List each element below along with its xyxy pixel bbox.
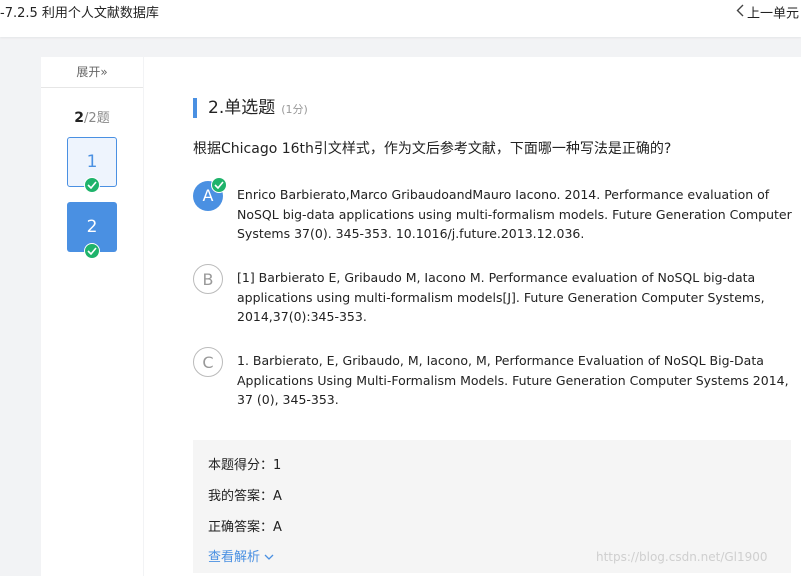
question-score: (1分) — [281, 103, 308, 116]
question-type-label: 2.单选题 — [208, 98, 276, 118]
option-letter-badge: C — [193, 347, 223, 377]
question-nav-sidebar: 展开» 2/2题 1 2 — [41, 57, 143, 576]
question-title: 2.单选题 (1分) — [193, 98, 308, 118]
total-questions: /2题 — [84, 111, 110, 126]
question-counter: 2/2题 — [41, 107, 143, 126]
watermark: https://blog.csdn.net/Gl1900 — [596, 550, 768, 564]
option-letter-badge: B — [193, 264, 223, 294]
correct-answer-label: 正确答案：A — [208, 520, 282, 535]
my-answer-label: 我的答案：A — [208, 489, 282, 504]
page-title: -7.2.5 利用个人文献数据库 — [0, 6, 159, 21]
option-text: Enrico Barbierato,Marco GribaudoandMauro… — [237, 187, 792, 241]
option-a[interactable]: A Enrico Barbierato,Marco GribaudoandMau… — [193, 177, 793, 245]
score-label: 本题得分：1 — [208, 458, 282, 473]
expand-button[interactable]: 展开» — [41, 57, 143, 88]
view-analysis-link[interactable]: 查看解析 — [208, 546, 274, 565]
prev-unit-label: 上一单元 — [746, 6, 799, 22]
option-b[interactable]: B [1] Barbierato E, Gribaudo M, Iacono M… — [193, 264, 793, 328]
prev-unit-button[interactable]: 上一单元 — [736, 0, 799, 28]
question-stem: 根据Chicago 16th引文样式，作为文后参考文献，下面哪一种写法是正确的? — [193, 141, 672, 157]
answered-check-icon — [84, 243, 100, 259]
option-text: [1] Barbierato E, Gribaudo M, Iacono M. … — [237, 270, 765, 324]
question-panel: 2.单选题 (1分) 根据Chicago 16th引文样式，作为文后参考文献，下面… — [144, 57, 801, 576]
answered-check-icon — [84, 177, 100, 193]
chevron-down-icon — [264, 550, 274, 565]
top-bar: -7.2.5 利用个人文献数据库 上一单元 — [0, 0, 801, 37]
question-nav-number: 1 — [86, 152, 98, 172]
view-analysis-label: 查看解析 — [208, 550, 261, 565]
chevron-left-icon — [736, 0, 744, 28]
current-question-number: 2 — [74, 110, 85, 126]
question-nav-number: 2 — [86, 217, 98, 237]
option-c[interactable]: C 1. Barbierato, E, Gribaudo, M, Iacono,… — [193, 347, 793, 411]
selected-check-icon — [211, 177, 227, 193]
option-text: 1. Barbierato, E, Gribaudo, M, Iacono, M… — [237, 353, 789, 407]
